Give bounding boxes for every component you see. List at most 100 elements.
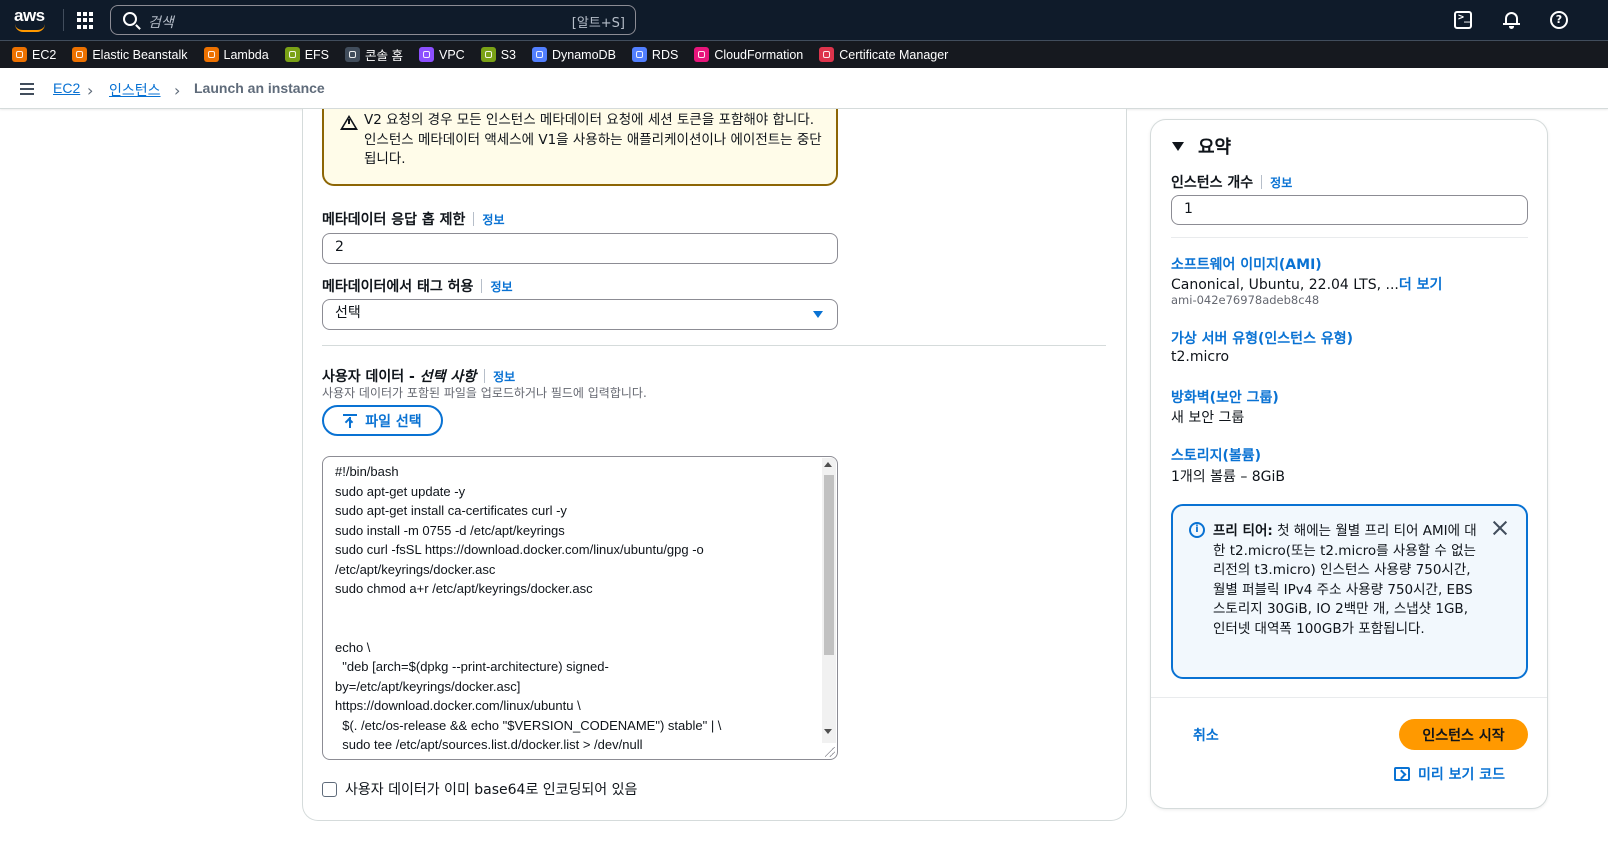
code-line: sudo curl -fsSL https://download.docker.… [335,542,704,557]
free-tier-text: 프리 티어: 첫 해에는 월별 프리 티어 AMI에 대한 t2.micro(또… [1213,522,1483,639]
ec2-icon [12,47,27,62]
summary-title[interactable]: 요약 [1172,133,1231,159]
code-line: sudo chmod a+r /etc/apt/keyrings/docker.… [335,581,593,596]
search-input[interactable]: 검색 [알트+S] [110,5,636,35]
metadata-tags-select-value: 선택 [335,305,361,321]
favorite-label: DynamoDB [552,47,616,62]
cancel-button[interactable]: 취소 [1193,725,1219,745]
favorite-label: 콘솔 홈 [365,49,403,63]
choose-file-button[interactable]: 파일 선택 [322,405,443,436]
instance-count-info-link[interactable]: 정보 [1270,176,1292,190]
summary-divider [1171,237,1528,238]
close-icon[interactable] [1492,520,1508,536]
user-data-label: 사용자 데이터 - 선택 사항 정보 [322,366,515,386]
scroll-down-icon[interactable] [824,729,832,734]
code-line: https://download.docker.com/linux/ubuntu… [335,698,581,713]
favorite-elastic-beanstalk[interactable]: Elastic Beanstalk [72,47,188,62]
favorite-label: Elastic Beanstalk [92,47,188,62]
lambda-icon [203,47,219,62]
favorite-certificate-manager[interactable]: Certificate Manager [819,47,948,62]
breadcrumb-ec2[interactable]: EC2 [53,80,80,96]
free-tier-body: 첫 해에는 월별 프리 티어 AMI에 대한 t2.micro(또는 t2.mi… [1213,523,1477,637]
user-data-textarea[interactable]: #!/bin/bash sudo apt-get update -y sudo ap… [322,456,838,760]
certificate-manager-icon [819,47,835,62]
scrollbar-thumb[interactable] [824,475,834,655]
ami-link[interactable]: 소프트웨어 이미지(AMI) [1171,254,1322,274]
warning-text: V2 요청의 경우 모든 인스턴스 메타데이터 요청에 세션 토큰을 포함해야 … [364,112,822,167]
choose-file-button-label: 파일 선택 [365,413,422,430]
hop-limit-input[interactable]: 2 [322,233,838,264]
elastic-beanstalk-icon [72,47,88,62]
summary-footer-divider [1151,697,1547,698]
metadata-tags-info-link[interactable]: 정보 [490,280,512,294]
base64-checkbox-label[interactable]: 사용자 데이터가 이미 base64로 인코딩되어 있음 [345,779,637,799]
aws-logo[interactable]: aws [14,7,48,33]
favorite-lambda[interactable]: Lambda [203,47,269,62]
instance-type-link[interactable]: 가상 서버 유형(인스턴스 유형) [1171,328,1353,348]
code-line: sudo apt-get update -y [335,483,466,499]
services-grid-icon[interactable] [77,12,94,29]
hop-limit-label-text: 메타데이터 응답 홉 제한 [322,212,466,228]
breadcrumb-instances[interactable]: 인스턴스 [109,80,161,100]
favorite-vpc[interactable]: VPC [419,47,465,62]
base64-checkbox[interactable] [322,781,337,797]
aws-logo-smile-icon [15,24,45,32]
favorite-label: CloudFormation [714,47,804,62]
favorite-cloudformation[interactable]: CloudFormation [694,47,803,62]
storage-link[interactable]: 스토리지(볼륨) [1171,445,1261,465]
storage-value: 1개의 볼륨 – 8GiB [1171,469,1286,485]
user-data-optional-text: 선택 사항 [419,369,477,385]
firewall-link[interactable]: 방화벽(보안 그룹) [1171,387,1279,407]
code-line: $(. /etc/os-release && echo "$VERSION_CO… [335,717,722,733]
base64-checkbox-row: 사용자 데이터가 이미 base64로 인코딩되어 있음 [322,779,637,799]
breadcrumb-bar: EC2 › 인스턴스 › Launch an instance [0,68,1608,109]
ami-more-link[interactable]: 더 보기 [1399,277,1443,293]
favorite-label: EFS [304,47,330,62]
info-icon: i [1189,522,1205,538]
s3-icon [480,47,496,62]
help-icon[interactable]: ? [1550,11,1568,29]
favorite-console-home[interactable]: 콘솔 홈 [345,45,403,64]
free-tier-title: 프리 티어: [1213,523,1273,539]
instance-count-label-text: 인스턴스 개수 [1171,175,1254,191]
ami-id: ami-042e76978adeb8c48 [1171,293,1320,307]
instance-type-value: t2.micro [1171,349,1230,365]
favorite-rds[interactable]: RDS [631,47,678,62]
favorite-label: VPC [439,47,465,62]
metadata-tags-label-text: 메타데이터에서 태그 허용 [322,279,474,295]
cloudformation-icon [694,47,710,62]
metadata-tags-select[interactable]: 선택 [322,299,838,330]
dynamodb-icon [532,47,547,62]
user-data-label-text: 사용자 데이터 - [322,369,420,385]
code-line: /etc/apt/keyrings/docker.asc [335,561,496,577]
user-data-info-link[interactable]: 정보 [493,370,515,384]
instance-count-input[interactable]: 1 [1171,195,1528,225]
efs-icon [284,47,300,62]
code-line: "deb [arch=$(dpkg --print-architecture) … [335,659,609,674]
code-line: sudo install -m 0755 -d /etc/apt/keyring… [335,522,565,538]
search-shortcut: [알트+S] [571,16,625,31]
preview-code-label: 미리 보기 코드 [1418,767,1506,783]
favorite-label: Lambda [223,47,269,62]
code-line: sudo tee /etc/apt/sources.list.d/docker.… [335,737,643,752]
search-icon [123,12,137,26]
scroll-up-icon[interactable] [824,462,832,467]
bell-icon[interactable] [1503,11,1521,29]
cloudshell-icon[interactable] [1454,11,1472,29]
preview-code-button[interactable]: 미리 보기 코드 [1394,764,1505,784]
menu-icon[interactable] [20,83,34,95]
breadcrumb-current: Launch an instance [194,80,325,96]
code-line: by=/etc/apt/keyrings/docker.asc] [335,678,521,694]
resize-grip-icon[interactable] [825,747,835,757]
hop-limit-info-link[interactable]: 정보 [482,213,504,227]
favorite-efs[interactable]: EFS [284,47,330,62]
favorite-dynamodb[interactable]: DynamoDB [532,47,616,62]
launch-instance-button[interactable]: 인스턴스 시작 [1399,719,1528,750]
chevron-right-icon: › [174,81,181,100]
section-divider [322,345,1106,346]
favorite-s3[interactable]: S3 [480,47,516,62]
summary-title-text: 요약 [1198,137,1232,158]
preview-code-icon [1394,767,1410,781]
favorite-ec2[interactable]: EC2 [12,47,56,62]
